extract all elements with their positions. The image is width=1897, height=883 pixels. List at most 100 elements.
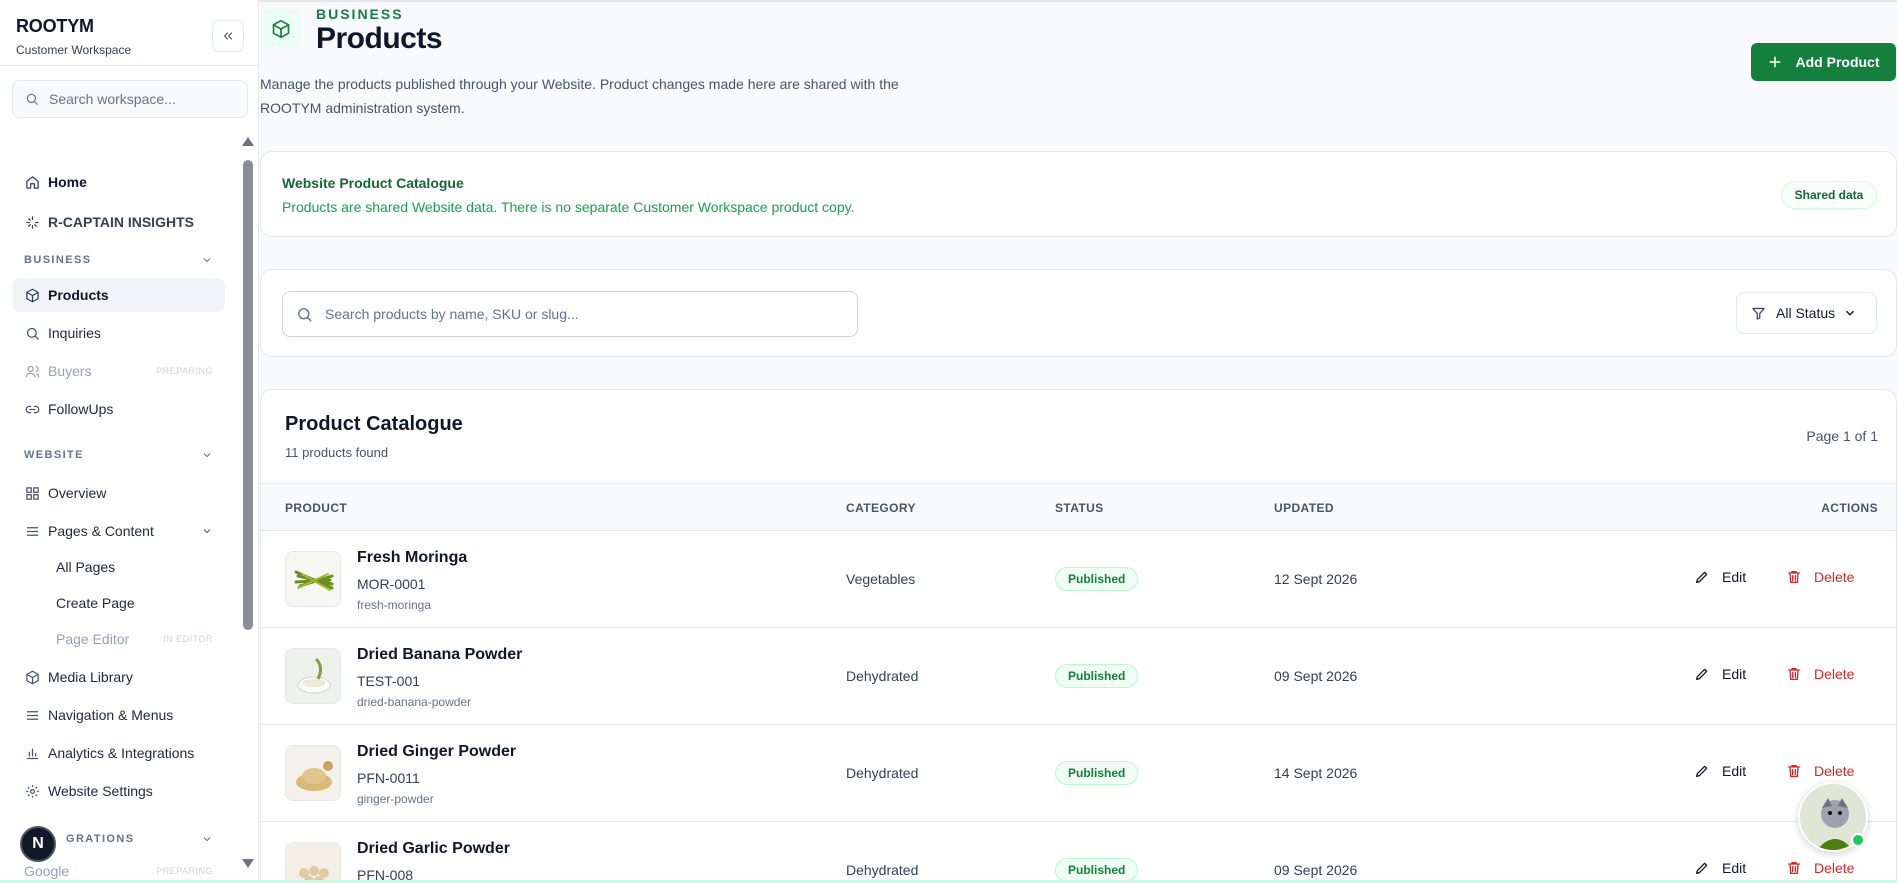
sidebar-item-pages-content[interactable]: Pages & Content bbox=[12, 514, 225, 548]
sidebar-item-create-page[interactable]: Create Page bbox=[44, 586, 225, 620]
column-updated: UPDATED bbox=[1274, 501, 1334, 515]
section-website[interactable]: WEBSITE bbox=[24, 449, 213, 461]
product-slug: dried-banana-powder bbox=[357, 695, 472, 709]
edit-button[interactable]: Edit bbox=[1694, 569, 1746, 585]
filter-icon bbox=[1751, 306, 1766, 321]
product-updated: 09 Sept 2026 bbox=[1274, 668, 1358, 684]
product-count: 11 products found bbox=[285, 445, 389, 460]
status-badge: Published bbox=[1055, 761, 1139, 785]
delete-button[interactable]: Delete bbox=[1786, 569, 1854, 585]
online-status-indicator bbox=[1851, 833, 1865, 847]
sidebar-item-website-settings[interactable]: Website Settings bbox=[12, 774, 225, 808]
product-name[interactable]: Dried Ginger Powder bbox=[357, 743, 516, 761]
product-updated: 14 Sept 2026 bbox=[1274, 765, 1358, 781]
sidebar-item-all-pages[interactable]: All Pages bbox=[44, 550, 225, 584]
section-business-label: BUSINESS bbox=[24, 254, 92, 266]
plus-icon bbox=[1768, 55, 1782, 69]
chevron-down-icon bbox=[201, 833, 213, 845]
product-search[interactable] bbox=[282, 291, 858, 337]
column-actions: ACTIONS bbox=[1821, 501, 1878, 515]
product-updated: 12 Sept 2026 bbox=[1274, 571, 1358, 587]
notice-title: Website Product Catalogue bbox=[282, 175, 464, 191]
product-thumbnail bbox=[285, 648, 341, 704]
sidebar-item-insights[interactable]: R-CAPTAIN INSIGHTS bbox=[12, 205, 225, 239]
delete-label: Delete bbox=[1814, 569, 1855, 585]
sidebar-item-page-editor[interactable]: Page Editor IN EDITOR bbox=[44, 622, 225, 656]
product-category: Vegetables bbox=[846, 571, 916, 587]
package-icon bbox=[261, 9, 301, 49]
product-sku: TEST-001 bbox=[357, 673, 421, 689]
sidebar-item-analytics[interactable]: Analytics & Integrations bbox=[12, 736, 225, 770]
users-icon bbox=[24, 363, 40, 379]
sidebar-item-followups[interactable]: FollowUps bbox=[12, 392, 225, 426]
sidebar-item-inquiries[interactable]: Inquiries bbox=[12, 316, 225, 350]
home-icon bbox=[24, 174, 40, 190]
product-slug: fresh-moringa bbox=[357, 598, 432, 612]
scroll-down-arrow-icon[interactable] bbox=[242, 859, 254, 868]
add-product-button[interactable]: Add Product bbox=[1751, 43, 1896, 81]
bar-chart-icon bbox=[24, 745, 40, 761]
edit-label: Edit bbox=[1722, 860, 1747, 876]
sidebar-nav: Home R-CAPTAIN INSIGHTS BUSINESS Product… bbox=[0, 135, 240, 880]
sidebar-item-label: Pages & Content bbox=[48, 523, 154, 539]
brand-subtitle: Customer Workspace bbox=[16, 43, 132, 57]
brand-name: ROOTYM bbox=[16, 16, 94, 36]
edit-button[interactable]: Edit bbox=[1694, 763, 1746, 779]
chevrons-left-icon bbox=[221, 29, 235, 43]
trash-icon bbox=[1786, 860, 1802, 876]
menu-icon bbox=[24, 523, 40, 539]
sidebar-item-home[interactable]: Home bbox=[12, 165, 225, 199]
sidebar-scrollbar[interactable] bbox=[242, 135, 254, 880]
sidebar-item-media-library[interactable]: Media Library bbox=[12, 660, 225, 694]
delete-button[interactable]: Delete bbox=[1786, 666, 1854, 682]
sidebar: ROOTYM Customer Workspace Home R-CAPTAIN… bbox=[0, 0, 259, 883]
workspace-search-input[interactable] bbox=[49, 91, 239, 107]
workspace-search[interactable] bbox=[12, 80, 248, 118]
edit-button[interactable]: Edit bbox=[1694, 860, 1746, 876]
n-badge-button[interactable]: N bbox=[20, 826, 56, 862]
pencil-icon bbox=[1694, 763, 1710, 779]
scrollbar-thumb[interactable] bbox=[243, 160, 253, 630]
status-badge: Published bbox=[1055, 858, 1139, 882]
sidebar-item-label: R-CAPTAIN INSIGHTS bbox=[48, 214, 194, 230]
delete-label: Delete bbox=[1814, 666, 1855, 682]
grid-icon bbox=[24, 485, 40, 501]
sidebar-item-label: Create Page bbox=[56, 595, 135, 611]
scroll-up-arrow-icon[interactable] bbox=[242, 137, 254, 146]
product-name[interactable]: Dried Banana Powder bbox=[357, 646, 522, 664]
pencil-icon bbox=[1694, 860, 1710, 876]
sidebar-item-buyers[interactable]: Buyers PREPARING bbox=[12, 354, 225, 388]
pencil-icon bbox=[1694, 569, 1710, 585]
sidebar-item-label: Navigation & Menus bbox=[48, 707, 174, 723]
package-icon bbox=[24, 287, 40, 303]
product-name[interactable]: Fresh Moringa bbox=[357, 549, 467, 567]
sidebar-item-label: All Pages bbox=[56, 559, 116, 575]
search-icon bbox=[25, 92, 39, 106]
column-product: PRODUCT bbox=[285, 501, 348, 515]
product-search-input[interactable] bbox=[325, 306, 845, 322]
product-thumbnail bbox=[285, 842, 341, 883]
sidebar-item-products[interactable]: Products bbox=[12, 278, 225, 312]
trash-icon bbox=[1786, 569, 1802, 585]
sidebar-item-overview[interactable]: Overview bbox=[12, 476, 225, 510]
sidebar-item-navigation-menus[interactable]: Navigation & Menus bbox=[12, 698, 225, 732]
edit-label: Edit bbox=[1722, 666, 1747, 682]
chevron-down-icon bbox=[201, 254, 213, 266]
sidebar-item-label: Media Library bbox=[48, 669, 133, 685]
edit-label: Edit bbox=[1722, 569, 1747, 585]
delete-button[interactable]: Delete bbox=[1786, 763, 1854, 779]
add-product-label: Add Product bbox=[1795, 54, 1880, 70]
product-slug: ginger-powder bbox=[357, 792, 434, 806]
shared-data-badge: Shared data bbox=[1781, 181, 1877, 209]
collapse-sidebar-button[interactable] bbox=[212, 20, 244, 52]
link-icon bbox=[24, 401, 40, 417]
status-badge: Published bbox=[1055, 567, 1139, 591]
edit-button[interactable]: Edit bbox=[1694, 666, 1746, 682]
sidebar-item-label: Website Settings bbox=[48, 783, 153, 799]
status-filter-dropdown[interactable]: All Status bbox=[1736, 292, 1877, 334]
column-status: STATUS bbox=[1055, 501, 1104, 515]
delete-button[interactable]: Delete bbox=[1786, 860, 1854, 876]
product-name[interactable]: Dried Garlic Powder bbox=[357, 840, 510, 858]
section-business[interactable]: BUSINESS bbox=[24, 254, 213, 266]
notice-text: Products are shared Website data. There … bbox=[282, 199, 855, 215]
